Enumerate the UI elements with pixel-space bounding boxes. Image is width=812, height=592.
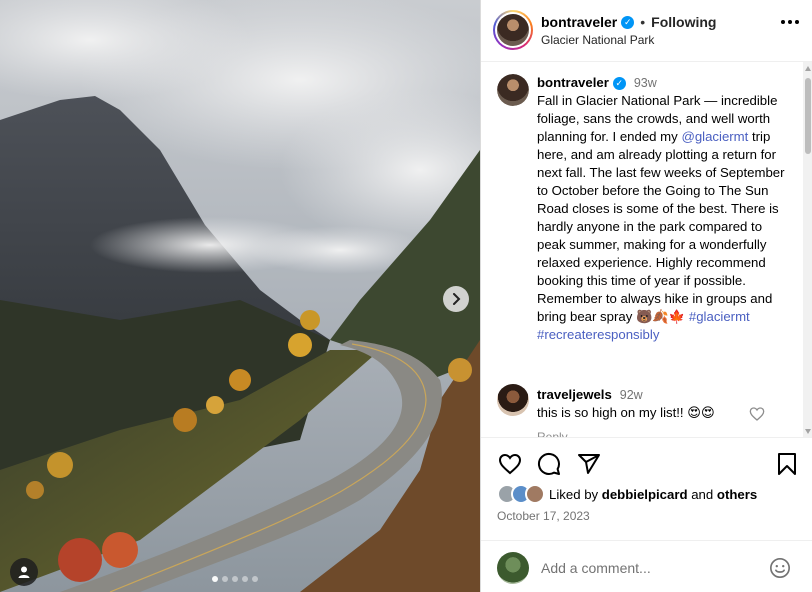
scrollbar-thumb[interactable] (805, 78, 811, 154)
scroll-up-arrow[interactable] (805, 66, 811, 71)
likes-others-link[interactable]: others (717, 487, 757, 502)
carousel-dot (252, 576, 258, 582)
author-username[interactable]: bontraveler (541, 14, 617, 30)
heart-icon[interactable] (497, 452, 523, 476)
user-tag-button[interactable] (10, 558, 38, 586)
caption-text-part: trip here, and am already plotting a ret… (537, 129, 785, 324)
hashtag-link[interactable]: #recreateresponsibly (537, 327, 659, 342)
author-avatar-story-ring[interactable] (493, 10, 533, 50)
carousel-dot (212, 576, 218, 582)
emoji-icon[interactable] (769, 557, 791, 579)
mention-link[interactable]: @glaciermt (681, 129, 748, 144)
commenter-avatar[interactable] (497, 384, 529, 416)
comment: traveljewels 92w this is so high on my l… (537, 386, 767, 422)
likes-summary: Liked by debbielpicard and others (497, 484, 757, 504)
caption-head: bontraveler ✓ 93w (537, 74, 791, 92)
post-view: bontraveler ✓ • Following Glacier Nation… (0, 0, 812, 592)
commenter-username[interactable]: traveljewels (537, 386, 612, 404)
caption-timestamp[interactable]: 93w (634, 74, 657, 92)
post-actions (481, 448, 812, 480)
hashtag-link[interactable]: #glaciermt (689, 309, 750, 324)
caption: bontraveler ✓ 93w Fall in Glacier Nation… (537, 74, 791, 344)
carousel-dot (242, 576, 248, 582)
verified-badge-icon: ✓ (621, 15, 635, 29)
carousel-dot (222, 576, 228, 582)
comment-timestamp[interactable]: 92w (620, 386, 643, 404)
post-image-carousel[interactable] (0, 0, 480, 592)
reply-button[interactable]: Reply (537, 430, 568, 437)
post-details-panel: bontraveler ✓ • Following Glacier Nation… (480, 0, 812, 592)
likes-prefix: Liked by (549, 486, 599, 502)
post-date[interactable]: October 17, 2023 (497, 509, 590, 523)
comment-text: this is so high on my list!! 😍😍 (537, 405, 715, 420)
carousel-dot (232, 576, 238, 582)
post-photo (0, 0, 480, 592)
liker-username[interactable]: debbielpicard (602, 487, 688, 502)
avatar (497, 14, 529, 46)
user-tag-icon (18, 566, 30, 578)
avatar (497, 74, 529, 106)
likes-and: and (691, 486, 714, 502)
comment-like-heart-icon[interactable] (749, 406, 765, 422)
likes-text: Liked by debbielpicard and others (549, 487, 757, 502)
comment-icon[interactable] (537, 452, 561, 476)
bookmark-icon[interactable] (777, 452, 797, 476)
more-options-icon[interactable] (781, 20, 799, 24)
location-link[interactable]: Glacier National Park (541, 33, 654, 47)
post-header: bontraveler ✓ • Following Glacier Nation… (481, 0, 812, 62)
caption-author-avatar[interactable] (497, 74, 529, 106)
caption-username[interactable]: bontraveler (537, 74, 609, 92)
next-slide-button[interactable] (443, 286, 469, 312)
add-comment-bar (481, 540, 812, 592)
comments-scrollbar[interactable] (803, 62, 812, 437)
chevron-right-icon (453, 293, 461, 305)
caption-text: Fall in Glacier National Park — incredib… (537, 92, 791, 344)
separator: • (640, 14, 646, 30)
share-icon[interactable] (577, 452, 601, 476)
verified-badge-icon: ✓ (612, 76, 626, 90)
following-button[interactable]: Following (651, 14, 716, 30)
comments-scroll-area[interactable]: bontraveler ✓ 93w Fall in Glacier Nation… (481, 62, 812, 438)
add-comment-input[interactable] (541, 557, 761, 579)
carousel-indicator (212, 576, 258, 582)
current-user-avatar (497, 552, 529, 584)
author-row: bontraveler ✓ • Following (541, 14, 716, 30)
scroll-down-arrow[interactable] (805, 429, 811, 434)
liker-avatar[interactable] (525, 484, 545, 504)
